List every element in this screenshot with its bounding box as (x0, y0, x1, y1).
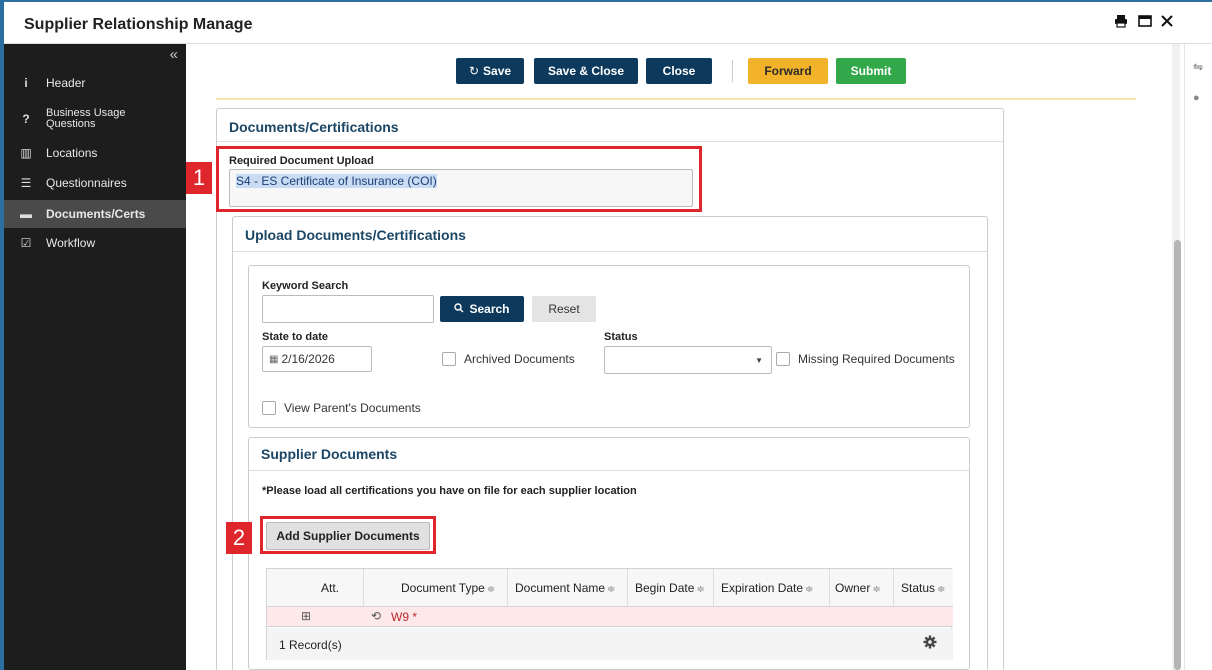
table-header: Att. Document Type ≑ Document Name ≑ Begin… (267, 569, 953, 607)
gear-icon[interactable] (923, 635, 937, 652)
supplier-documents-table: Att. Document Type ≑ Document Name ≑ Begin… (266, 568, 953, 660)
archived-documents-checkbox[interactable] (442, 352, 456, 366)
main-content: ↻ Save Save & Close Close Forward Submit… (186, 44, 1172, 670)
column-expiration-date[interactable]: Expiration Date ≑ (721, 581, 813, 595)
question-icon: ? (22, 112, 30, 126)
sort-icon: ≑ (805, 584, 814, 595)
keyword-search-input[interactable] (262, 295, 434, 323)
maximize-icon[interactable] (1138, 14, 1152, 32)
column-document-name[interactable]: Document Name ≑ (515, 581, 615, 595)
search-button-label: Search (469, 302, 510, 316)
annotation-badge-1: 1 (186, 162, 212, 194)
column-divider (507, 569, 508, 607)
map-icon: ▥ (20, 146, 32, 160)
checkbox-icon: ☑ (20, 236, 32, 250)
history-icon[interactable]: ⟲ (371, 609, 381, 623)
column-divider (893, 569, 894, 607)
refresh-icon: ↻ (468, 64, 480, 78)
highlight-box-2 (260, 516, 436, 554)
state-to-date-label: State to date (262, 331, 329, 343)
supplier-documents-heading: Supplier Documents (261, 446, 398, 462)
sidebar-item-business-usage-questions[interactable]: ? Business Usage Questions (4, 102, 186, 136)
window-title: Supplier Relationship Manage (24, 16, 253, 33)
scrollbar-thumb[interactable] (1174, 240, 1181, 670)
document-icon: ▬ (20, 207, 32, 221)
forward-button[interactable]: Forward (748, 58, 828, 84)
sidebar-item-label: Business Usage Questions (46, 107, 126, 130)
table-footer: 1 Record(s) (267, 628, 953, 660)
chevron-down-icon: ▼ (755, 355, 763, 365)
document-type-cell: W9 * (391, 610, 418, 624)
archived-documents-label: Archived Documents (464, 352, 575, 366)
column-divider (363, 569, 364, 607)
status-label: Status (604, 331, 638, 343)
sort-icon: ≑ (696, 584, 705, 595)
toolbar: ↻ Save Save & Close Close Forward Submit (186, 44, 1172, 96)
close-button[interactable]: Close (646, 58, 712, 84)
status-select[interactable]: ▼ (604, 346, 772, 374)
panel-divider (233, 251, 987, 252)
chat-icon[interactable]: ● (1193, 92, 1200, 104)
highlight-box-1 (216, 146, 702, 212)
panel-divider (217, 141, 1003, 142)
sort-icon: ≑ (937, 584, 946, 595)
right-utility-strip: ⇋ ● (1184, 44, 1212, 670)
sidebar: « i Header ? Business Usage Questions ▥ … (4, 44, 186, 670)
sidebar-item-header[interactable]: i Header (4, 72, 186, 94)
print-icon[interactable] (1114, 14, 1128, 32)
missing-required-documents-label: Missing Required Documents (798, 352, 955, 366)
close-icon[interactable] (1160, 14, 1174, 32)
sidebar-item-label: Header (46, 76, 86, 90)
sidebar-item-workflow[interactable]: ☑ Workflow (4, 232, 186, 254)
record-count: 1 Record(s) (279, 638, 342, 652)
view-parents-documents-label: View Parent's Documents (284, 401, 421, 415)
sidebar-item-documents-certs[interactable]: ▬ Documents/Certs (4, 200, 186, 228)
collapse-sidebar-icon[interactable]: « (170, 46, 178, 63)
share-icon[interactable]: ⇋ (1193, 60, 1203, 74)
panel-divider (249, 470, 969, 471)
supplier-documents-note: *Please load all certifications you have… (262, 485, 637, 497)
state-to-date-input[interactable]: ▦ 2/16/2026 (262, 346, 372, 372)
search-icon (454, 302, 464, 316)
sidebar-item-label: Questionnaires (46, 176, 127, 190)
column-begin-date[interactable]: Begin Date ≑ (635, 581, 705, 595)
calendar-icon: ▦ (269, 353, 279, 365)
sidebar-item-label: Workflow (46, 236, 96, 250)
column-divider (829, 569, 830, 607)
column-divider (713, 569, 714, 607)
search-button[interactable]: Search (440, 296, 524, 322)
sort-icon: ≑ (607, 584, 616, 595)
save-and-close-button[interactable]: Save & Close (534, 58, 638, 84)
sidebar-item-label: Locations (46, 146, 98, 160)
list-icon: ☰ (20, 176, 32, 190)
documents-panel-heading: Documents/Certifications (229, 119, 399, 135)
column-document-type[interactable]: Document Type ≑ (401, 581, 495, 595)
toolbar-divider (732, 60, 733, 82)
keyword-search-label: Keyword Search (262, 280, 349, 292)
sidebar-item-label: Documents/Certs (46, 207, 146, 221)
sidebar-item-locations[interactable]: ▥ Locations (4, 142, 186, 164)
sort-icon: ≑ (872, 584, 881, 595)
upload-panel-heading: Upload Documents/Certifications (245, 227, 466, 243)
sort-icon: ≑ (486, 584, 496, 595)
column-owner[interactable]: Owner ≑ (835, 581, 881, 595)
state-to-date-value: 2/16/2026 (281, 352, 335, 366)
info-icon: i (24, 76, 28, 90)
sidebar-item-questionnaires[interactable]: ☰ Questionnaires (4, 172, 186, 194)
reset-button[interactable]: Reset (532, 296, 596, 322)
save-button-label: Save (483, 64, 512, 78)
column-att[interactable]: Att. (321, 581, 339, 595)
save-button[interactable]: ↻ Save (456, 58, 524, 84)
section-divider (216, 98, 1136, 100)
expand-row-icon[interactable]: ⊞ (301, 609, 311, 623)
column-status[interactable]: Status ≑ (901, 581, 945, 595)
missing-required-documents-checkbox[interactable] (776, 352, 790, 366)
column-divider (627, 569, 628, 607)
annotation-badge-2: 2 (226, 522, 252, 554)
submit-button[interactable]: Submit (836, 58, 906, 84)
view-parents-documents-checkbox[interactable] (262, 401, 276, 415)
table-row[interactable]: ⊞ ⟲ W9 * (267, 607, 953, 627)
title-bar: Supplier Relationship Manage (4, 2, 1212, 44)
